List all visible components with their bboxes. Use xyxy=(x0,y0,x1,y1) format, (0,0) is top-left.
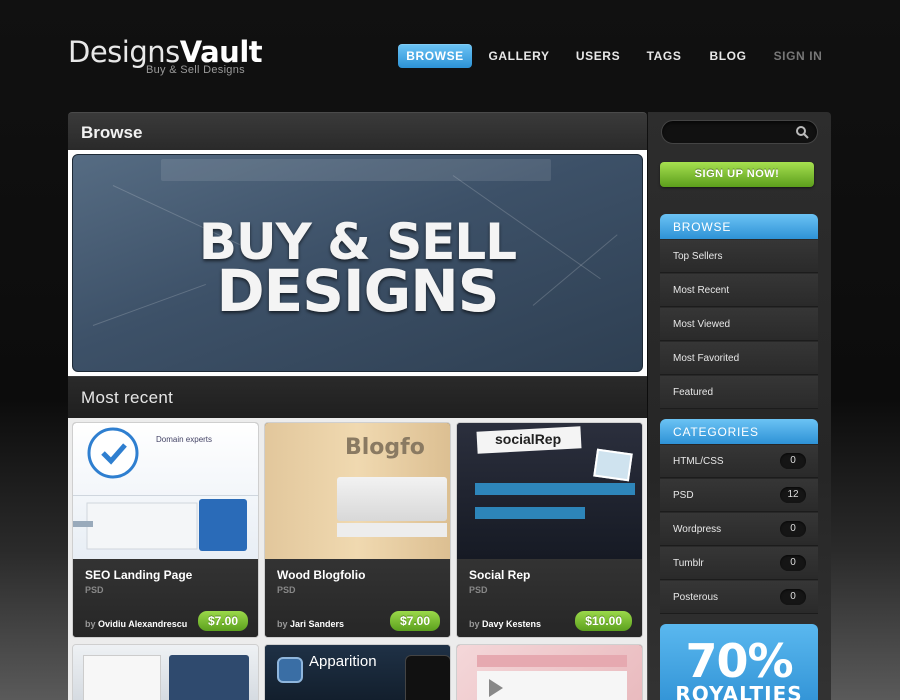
item-card[interactable]: Apparition xyxy=(264,644,451,700)
price-badge[interactable]: $7.00 xyxy=(389,611,440,631)
search-input[interactable] xyxy=(662,121,792,143)
author-name[interactable]: Ovidiu Alexandrescu xyxy=(98,619,187,629)
thumb-headline-bar xyxy=(475,483,635,495)
browse-item-most-favorited[interactable]: Most Favorited xyxy=(660,342,818,375)
search-icon[interactable] xyxy=(795,125,809,139)
section-title: Most recent xyxy=(81,388,174,407)
browse-item-featured[interactable]: Featured xyxy=(660,376,818,409)
item-name[interactable]: SEO Landing Page xyxy=(85,568,246,582)
item-type: PSD xyxy=(469,585,488,595)
item-info: Social Rep PSD by Davy Kestens $10.00 xyxy=(457,559,642,637)
nav-users[interactable]: USERS xyxy=(568,44,628,68)
item-author: by Ovidiu Alexandrescu xyxy=(85,619,187,629)
thumb-photo xyxy=(593,448,633,482)
banner-headline-2: DESIGNS xyxy=(216,257,499,325)
most-recent-header: Most recent xyxy=(68,376,647,418)
app-icon xyxy=(277,657,303,683)
promo-percentage: 70% xyxy=(685,634,793,688)
category-count: 0 xyxy=(780,555,806,571)
item-thumbnail: Domain experts xyxy=(73,423,258,559)
nav-blog[interactable]: BLOG xyxy=(702,44,754,68)
item-author: by Davy Kestens xyxy=(469,619,541,629)
item-thumbnail xyxy=(73,645,258,700)
thumb-caption: socialRep xyxy=(495,431,562,447)
featured-banner-frame: BUY & SELL DESIGNS xyxy=(68,150,647,376)
item-card[interactable]: Blogfo Wood Blogfolio PSD by Jari Sander… xyxy=(264,422,451,638)
nav-tags[interactable]: TAGS xyxy=(638,44,690,68)
item-name[interactable]: Social Rep xyxy=(469,568,630,582)
search-field[interactable] xyxy=(661,120,818,144)
nav-gallery[interactable]: GALLERY xyxy=(484,44,554,68)
logo-tagline: Buy & Sell Designs xyxy=(146,64,245,76)
thumb-panel xyxy=(169,655,249,700)
price-badge[interactable]: $7.00 xyxy=(197,611,248,631)
item-card[interactable]: socialRep Social Rep PSD by Davy Kestens… xyxy=(456,422,643,638)
item-type: PSD xyxy=(85,585,104,595)
banner-ghost-nav xyxy=(161,159,551,181)
thumb-panel xyxy=(83,655,161,700)
by-label: by xyxy=(469,619,480,629)
price-badge[interactable]: $10.00 xyxy=(575,611,632,631)
main-content: Browse BUY & SELL DESIGNS Most recent Do… xyxy=(68,112,647,700)
sidebar: SIGN UP NOW! BROWSE Top Sellers Most Rec… xyxy=(648,112,831,700)
by-label: by xyxy=(85,619,96,629)
item-thumbnail: Apparition xyxy=(265,645,450,700)
browse-item-top-sellers[interactable]: Top Sellers xyxy=(660,240,818,273)
logo[interactable]: DesignsVault Buy & Sell Designs xyxy=(68,36,263,76)
category-label: Wordpress xyxy=(673,524,722,535)
categories-box: CATEGORIES HTML/CSS 0 PSD 12 Wordpress 0… xyxy=(660,419,818,614)
page-title: Browse xyxy=(81,123,143,142)
category-label: Posterous xyxy=(673,592,719,603)
thumb-caption: Apparition xyxy=(309,653,377,670)
thumb-card-shape xyxy=(337,523,447,537)
item-card[interactable]: Domain experts SEO Landing Page PSD by O… xyxy=(72,422,259,638)
category-item-wordpress[interactable]: Wordpress 0 xyxy=(660,513,818,546)
royalties-promo[interactable]: 70% ROYALTIES xyxy=(660,624,818,700)
category-item-html-css[interactable]: HTML/CSS 0 xyxy=(660,445,818,478)
nav-browse[interactable]: BROWSE xyxy=(398,44,472,68)
thumb-headline-bar xyxy=(475,507,585,519)
browse-header: Browse xyxy=(68,112,647,150)
item-info: Wood Blogfolio PSD by Jari Sanders $7.00 xyxy=(265,559,450,637)
thumb-device xyxy=(405,655,450,700)
item-type: PSD xyxy=(277,585,296,595)
category-item-posterous[interactable]: Posterous 0 xyxy=(660,581,818,614)
category-label: Tumblr xyxy=(673,558,704,569)
category-item-psd[interactable]: PSD 12 xyxy=(660,479,818,512)
category-count: 0 xyxy=(780,589,806,605)
thumb-caption: Blogfo xyxy=(345,435,425,460)
nav-sign-in[interactable]: SIGN IN xyxy=(768,44,828,68)
item-thumbnail: Blogfo xyxy=(265,423,450,559)
featured-banner[interactable]: BUY & SELL DESIGNS xyxy=(72,154,643,372)
browse-box: BROWSE Top Sellers Most Recent Most View… xyxy=(660,214,818,409)
items-grid: Domain experts SEO Landing Page PSD by O… xyxy=(68,418,647,700)
by-label: by xyxy=(277,619,288,629)
browse-box-title: BROWSE xyxy=(660,214,818,239)
item-name[interactable]: Wood Blogfolio xyxy=(277,568,438,582)
author-name[interactable]: Jari Sanders xyxy=(290,619,344,629)
category-label: HTML/CSS xyxy=(673,456,724,467)
browse-item-most-viewed[interactable]: Most Viewed xyxy=(660,308,818,341)
promo-subtitle: ROYALTIES xyxy=(675,682,803,700)
categories-box-title: CATEGORIES xyxy=(660,419,818,444)
category-count: 12 xyxy=(780,487,806,503)
author-name[interactable]: Davy Kestens xyxy=(482,619,541,629)
item-author: by Jari Sanders xyxy=(277,619,344,629)
item-info: SEO Landing Page PSD by Ovidiu Alexandre… xyxy=(73,559,258,637)
item-card[interactable] xyxy=(456,644,643,700)
category-count: 0 xyxy=(780,453,806,469)
thumb-caption: Domain experts xyxy=(156,435,213,444)
category-item-tumblr[interactable]: Tumblr 0 xyxy=(660,547,818,580)
item-card[interactable] xyxy=(72,644,259,700)
item-thumbnail: socialRep xyxy=(457,423,642,559)
category-label: PSD xyxy=(673,490,694,501)
item-thumbnail xyxy=(457,645,642,700)
thumb-bar xyxy=(477,655,627,667)
thumb-card-shape xyxy=(337,477,447,521)
play-icon[interactable] xyxy=(489,679,503,697)
category-count: 0 xyxy=(780,521,806,537)
sign-up-button[interactable]: SIGN UP NOW! xyxy=(660,162,814,187)
browse-item-most-recent[interactable]: Most Recent xyxy=(660,274,818,307)
